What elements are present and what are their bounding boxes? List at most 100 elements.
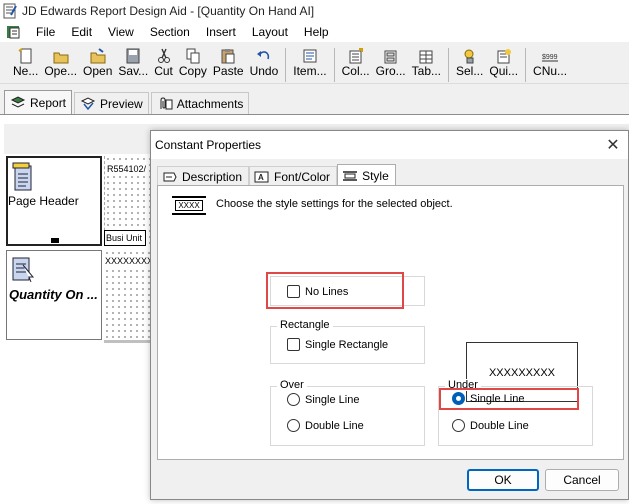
font-color-icon: A [254,171,269,182]
over-single-line-radio[interactable]: Single Line [287,393,359,406]
attachments-icon [160,96,173,109]
over-single-line-dot [287,393,300,406]
constant-properties-dialog: Constant Properties ✕ Description A Font… [150,130,629,500]
constant-number-icon: $999 [542,54,559,62]
style-description: Choose the style settings for the select… [216,198,453,210]
copy-button[interactable]: Copy [176,48,210,82]
toolbar-group-file: Ne... Ope... Open Sav... Cut Copy Paste [10,48,287,82]
ok-button[interactable]: OK [467,469,539,491]
tab-preview[interactable]: Preview [74,92,149,114]
dialog-tabs: Description A Font/Color Style [157,164,396,186]
over-double-line-dot [287,419,300,432]
dialog-title: Constant Properties [155,138,262,152]
tab-description[interactable]: Description [157,166,250,186]
select-button[interactable]: Sel... [453,48,486,82]
tab-report[interactable]: Report [4,90,73,114]
columnar-section-icon [12,257,35,283]
open-folder-icon [90,48,106,64]
columnar-button[interactable]: Col... [339,48,373,82]
toolbar-group-sections: Col... Gro... Tab... [339,48,449,82]
rectangle-group-title: Rectangle [277,319,333,331]
select-icon [464,49,474,64]
tabular-icon [419,50,433,64]
new-button[interactable]: Ne... [10,48,41,82]
under-single-line-radio[interactable]: Single Line [452,392,524,405]
copy-icon [186,48,200,64]
page-header-icon [12,162,32,191]
preview-text: XXXXXXXXX [488,367,556,379]
group-icon [384,50,397,64]
window-title: JD Edwards Report Design Aid - [Quantity… [22,4,315,18]
system-menu-icon[interactable] [6,24,22,40]
single-rectangle-label: Single Rectangle [305,338,389,351]
item-button[interactable]: Item... [290,48,329,82]
report-id-field[interactable]: R554102/ [107,164,147,174]
paste-button[interactable]: Paste [210,48,247,82]
menu-section[interactable]: Section [142,25,198,39]
close-button[interactable]: ✕ [598,131,628,159]
toolbar-group-selection: Sel... Qui... [453,48,527,82]
toolbar-group-constant: $999 CNu... [530,48,574,82]
under-single-line-dot [452,392,465,405]
menu-help[interactable]: Help [296,25,337,39]
item-icon [303,49,317,63]
save-button[interactable]: Sav... [115,48,151,82]
open-button[interactable]: Open [80,48,115,82]
description-icon [163,172,177,181]
section-page-header[interactable]: Page Header [6,156,102,246]
svg-text:A: A [258,173,264,182]
constant-number-button[interactable]: $999 CNu... [530,48,570,82]
no-lines-label: No Lines [305,285,349,298]
tab-attachments[interactable]: Attachments [150,92,250,114]
style-panel: XXXX Choose the style settings for the s… [157,185,624,460]
toolbar-group-item: Item... [290,48,335,82]
over-double-line-radio[interactable]: Double Line [287,419,364,432]
no-lines-checkbox[interactable]: No Lines [287,285,348,298]
cut-icon [157,48,170,63]
cancel-button[interactable]: Cancel [545,469,619,491]
under-double-line-radio[interactable]: Double Line [452,419,529,432]
page-header-label: Page Header [8,194,79,208]
dialog-title-bar: Constant Properties ✕ [151,131,628,159]
preview-icon [80,96,96,110]
no-lines-box [287,285,300,298]
style-icon [343,170,358,181]
menu-file[interactable]: File [28,25,63,39]
section-resize-handle[interactable] [51,238,59,243]
new-icon [18,48,32,64]
paste-icon [221,49,235,64]
column-icon [349,48,363,64]
single-rectangle-box [287,338,300,351]
open-dialog-button[interactable]: Ope... [41,48,80,82]
menu-bar: File Edit View Section Insert Layout Hel… [0,22,629,42]
menu-layout[interactable]: Layout [244,25,296,39]
undo-icon [256,51,270,60]
body-grid[interactable]: XXXXXXXXXX [104,250,166,340]
cut-button[interactable]: Cut [151,48,176,82]
undo-button[interactable]: Undo [247,48,282,82]
svg-text:$999: $999 [542,54,558,61]
quantity-section-label: Quantity On ... [9,287,98,302]
open-icon [53,52,69,64]
group-button[interactable]: Gro... [373,48,409,82]
section-quantity-on-hand[interactable]: Quantity On ... [6,250,102,340]
style-preview-icon: XXXX [172,196,206,215]
tabular-button[interactable]: Tab... [409,48,444,82]
menu-view[interactable]: View [100,25,142,39]
report-icon [10,95,26,108]
save-icon [126,48,140,64]
single-rectangle-checkbox[interactable]: Single Rectangle [287,338,388,351]
selected-field-busi-unit[interactable]: Busi Unit [104,230,146,246]
menu-edit[interactable]: Edit [63,25,100,39]
tab-style[interactable]: Style [337,164,396,186]
app-icon [3,3,17,19]
under-double-line-dot [452,419,465,432]
over-group-title: Over [277,379,307,391]
title-bar: JD Edwards Report Design Aid - [Quantity… [0,0,629,22]
tab-font-color[interactable]: A Font/Color [249,166,338,186]
quick-button[interactable]: Qui... [486,48,521,82]
designer-tabs: Report Preview Attachments [0,90,629,114]
toolbar: Ne... Ope... Open Sav... Cut Copy Paste [0,42,629,84]
close-icon: ✕ [606,137,620,154]
menu-insert[interactable]: Insert [198,25,244,39]
